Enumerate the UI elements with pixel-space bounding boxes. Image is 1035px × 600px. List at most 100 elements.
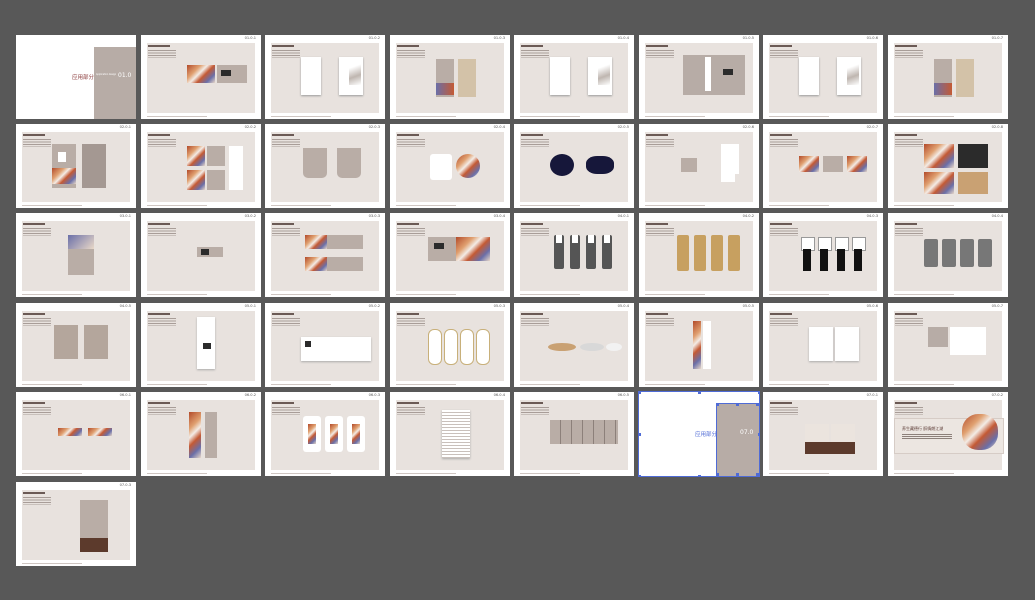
page-number: 02.0.2 [244,125,256,129]
artboard-page[interactable]: 05.0.5 [639,303,759,387]
artboard-page[interactable]: 06.0.2 [141,392,261,476]
body-text [148,50,176,58]
artboard-page[interactable]: 02.0.2 [141,124,261,208]
artboard-page[interactable]: 01.0.3 [390,35,510,119]
section-title [272,45,294,47]
artboard-page[interactable]: 04.0.3 [763,213,883,297]
cover-panel [94,47,136,119]
artboard-page[interactable]: 01.0.4 [514,35,634,119]
page-number: 01.0.2 [368,36,380,40]
artboard-page[interactable]: 01.0.5 [639,35,759,119]
page-number: 07.0.3 [119,483,131,487]
selection-handle[interactable] [715,472,719,476]
section-title [23,492,45,494]
footer-line [645,294,705,295]
artboard-page[interactable]: 04.0.4 [888,213,1008,297]
body-text [521,50,549,58]
body-text [646,50,674,58]
artboard-page[interactable]: 05.0.3 [390,303,510,387]
selection-handle[interactable] [639,474,641,476]
tee [54,325,78,359]
artboard-page[interactable]: 06.0.3 [265,392,385,476]
body-text [397,318,425,326]
artboard-page[interactable]: 01.0.7 [888,35,1008,119]
selection-handle[interactable] [697,392,701,394]
artboard-page[interactable]: 01.0.1 [141,35,261,119]
artboard-page[interactable]: 07.0.1 [763,392,883,476]
page-number: 05.0.5 [742,304,754,308]
body-text [272,318,300,326]
section-title [148,134,170,136]
uniform [694,235,706,271]
selection-handle[interactable] [757,392,759,394]
body-text [521,228,549,236]
artboard-page[interactable]: 05.0.6 [763,303,883,387]
artboard-page[interactable]: 03.0.2 [141,213,261,297]
section-title [397,45,419,47]
selection-handle[interactable] [757,432,759,436]
page-number: 02.0.7 [866,125,878,129]
artboard-page[interactable]: 01.0.2 [265,35,385,119]
artboard-page[interactable]: 05.0.1 [141,303,261,387]
artboard-page[interactable]: 应用部分 01.0 Application design [16,35,136,119]
selection-handle[interactable] [755,402,759,406]
slipper [460,329,474,365]
artboard-page[interactable]: 04.0.2 [639,213,759,297]
shirt [572,235,578,243]
banner-text-lines [902,434,952,440]
artboard-page[interactable]: 06.0.1 [16,392,136,476]
artboard-page[interactable]: 06.0.4 [390,392,510,476]
chef-pants [803,249,811,271]
letterhead-sheet [799,57,819,95]
artboard-page[interactable]: 02.0.4 [390,124,510,208]
section-title [521,402,543,404]
artboard-page[interactable]: 04.0.1 [514,213,634,297]
selection-handle[interactable] [639,392,641,394]
swoosh [606,343,622,351]
artboard-page[interactable]: 05.0.4 [514,303,634,387]
artboard-page[interactable]: 07.0.3 [16,482,136,566]
footer-line [894,473,954,474]
booklet [928,327,948,347]
footer-line [769,384,829,385]
banner-art [305,235,327,249]
selection-handle[interactable] [755,472,759,476]
body-text [148,407,176,415]
selection-handle[interactable] [735,402,739,406]
artboard-page[interactable]: 02.0.7 [763,124,883,208]
page-number: 04.0.3 [866,214,878,218]
booklet [835,327,859,361]
artboard-page[interactable]: 05.0.2 [265,303,385,387]
page-number: 02.0.6 [742,125,754,129]
artboard-page[interactable]: 02.0.6 [639,124,759,208]
artboard-canvas[interactable]: 应用部分 01.0 Application design 01.0.1 01.0.2 01… [0,0,1035,600]
selection-handle[interactable] [715,402,719,406]
artboard-page[interactable]: 06.0.5 [514,392,634,476]
shirt-print [303,416,321,452]
artboard-page[interactable]: 应用部分 07.0 [638,391,760,477]
artboard-page[interactable]: 02.0.5 [514,124,634,208]
artboard-page[interactable]: 03.0.4 [390,213,510,297]
board-logo [434,243,444,249]
body-text [23,318,51,326]
artboard-page[interactable]: 02.0.3 [265,124,385,208]
page-number: 01.0.3 [493,36,505,40]
artboard-page[interactable]: 01.0.6 [763,35,883,119]
slipper [428,329,442,365]
page-number: 02.0.4 [493,125,505,129]
artboard-page[interactable]: 04.0.5 [16,303,136,387]
artboard-page[interactable]: 07.0.2 养生藏德行 醉情朗江湖 [888,392,1008,476]
body-text [770,50,798,58]
artboard-page[interactable]: 03.0.3 [265,213,385,297]
body-text [521,407,549,415]
footer-line [894,384,954,385]
artboard-page[interactable]: 02.0.8 [888,124,1008,208]
selection-handle[interactable] [697,474,701,476]
section-title [770,45,792,47]
artboard-page[interactable]: 02.0.1 [16,124,136,208]
page-number: 01.0.4 [617,36,629,40]
selection-handle[interactable] [735,472,739,476]
artboard-page[interactable]: 05.0.7 [888,303,1008,387]
artboard-page[interactable]: 03.0.1 [16,213,136,297]
selection-handle[interactable] [639,432,641,436]
